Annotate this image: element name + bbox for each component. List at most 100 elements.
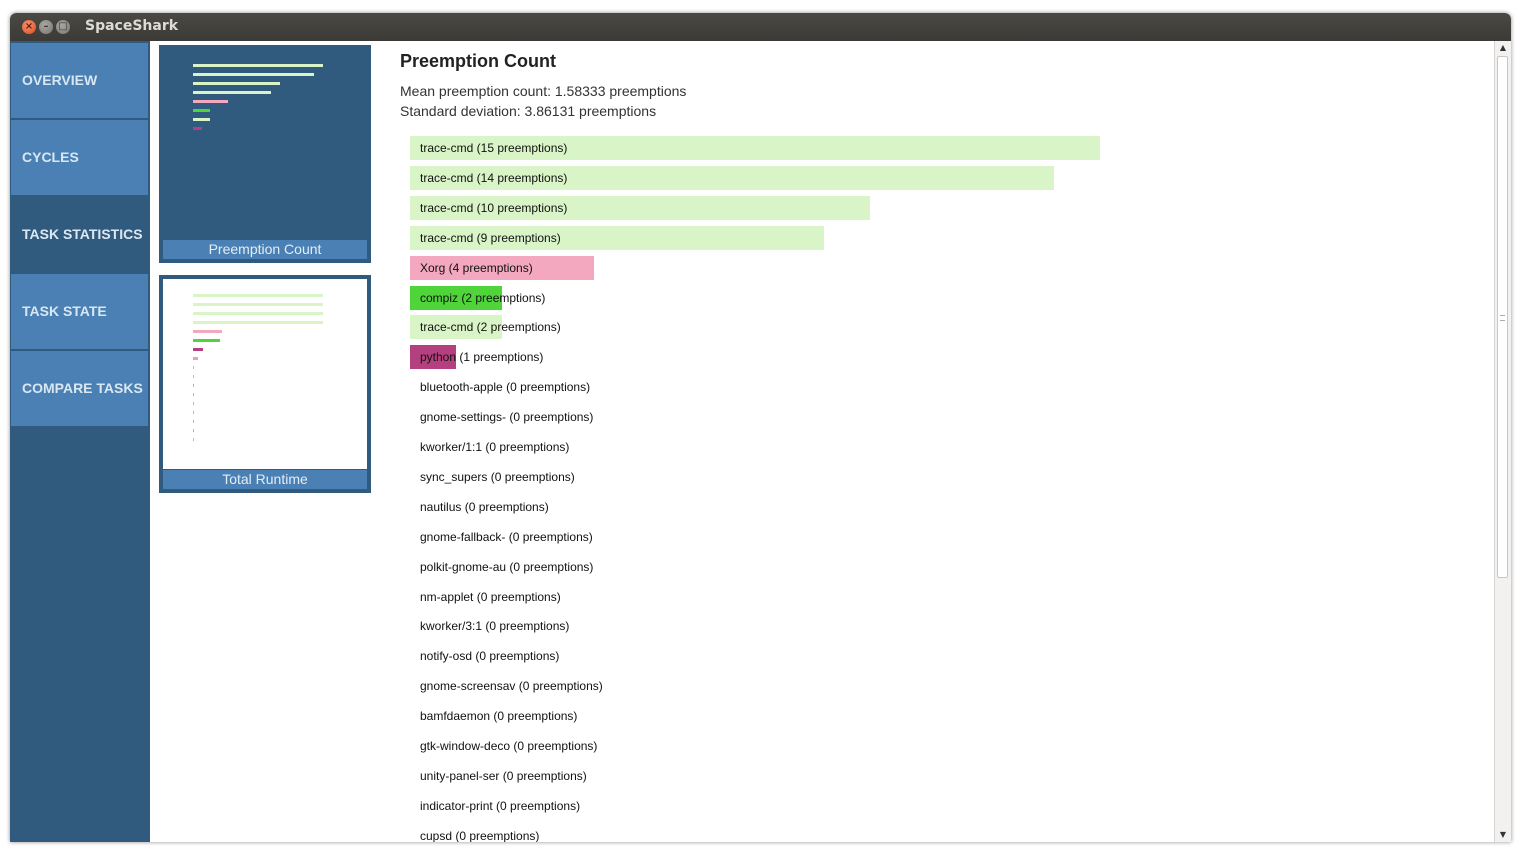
bar-label: gnome-settings- (0 preemptions) [420,410,594,424]
thumbnail-bar [193,384,194,387]
sidebar-item-cycles[interactable]: CYCLES [11,120,148,195]
bar-label: kworker/1:1 (0 preemptions) [420,440,570,454]
bar-label: kworker/3:1 (0 preemptions) [420,619,570,633]
sidebar-item-label: CYCLES [22,149,79,165]
thumbnail-bar [193,393,194,396]
thumbnail-bar [193,312,323,315]
thumbnail-bar [193,127,202,130]
thumbnail-bar [193,411,194,414]
bar-row[interactable]: compiz (2 preemptions) [410,286,1470,310]
sidebar-item-compare-tasks[interactable]: COMPARE TASKS [11,351,148,426]
bar-row[interactable]: unity-panel-ser (0 preemptions) [410,764,1470,788]
bar-label: nautilus (0 preemptions) [420,500,549,514]
stddev-stat: Standard deviation: 3.86131 preemptions [400,103,657,119]
bar-label: trace-cmd (2 preemptions) [420,320,561,334]
thumbnail-bar [193,303,323,306]
minimize-window-button[interactable]: – [39,20,53,34]
bar-row[interactable]: nm-applet (0 preemptions) [410,585,1470,609]
bar-row[interactable]: gtk-window-deco (0 preemptions) [410,734,1470,758]
bar-label: trace-cmd (14 preemptions) [420,171,568,185]
sidebar: OVERVIEW CYCLES TASK STATISTICS TASK STA… [10,41,150,842]
grip-icon [1500,315,1505,321]
app-window: × – □ SpaceShark OVERVIEW CYCLES TASK ST… [10,13,1511,842]
thumbnail-bar [193,348,203,351]
bar-label: gtk-window-deco (0 preemptions) [420,739,598,753]
mean-stat: Mean preemption count: 1.58333 preemptio… [400,83,687,99]
bar-row[interactable]: bamfdaemon (0 preemptions) [410,704,1470,728]
thumbnail-label: Preemption Count [163,240,367,259]
bar-row[interactable]: kworker/1:1 (0 preemptions) [410,435,1470,459]
close-icon: × [24,21,34,32]
thumbnail-preview [163,279,367,469]
bar-row[interactable]: nautilus (0 preemptions) [410,495,1470,519]
bar-label: cupsd (0 preemptions) [420,829,540,842]
thumbnail-bar [193,330,222,333]
chart-area: Preemption Count Mean preemption count: … [385,41,1494,842]
thumbnail-preemption-count[interactable]: Preemption Count [159,45,371,263]
vertical-scrollbar[interactable]: ▲ ▼ [1494,41,1511,842]
thumbnail-preview [163,49,367,239]
bar-row[interactable]: cupsd (0 preemptions) [410,824,1470,842]
bar-row[interactable]: bluetooth-apple (0 preemptions) [410,375,1470,399]
thumbnail-bar [193,64,323,67]
bar-row[interactable]: Xorg (4 preemptions) [410,256,1470,280]
bar-label: indicator-print (0 preemptions) [420,799,581,813]
thumbnail-bar [193,118,210,121]
sidebar-item-task-statistics[interactable]: TASK STATISTICS [11,197,148,272]
thumbnail-bar [193,109,210,112]
thumbnail-bar [193,294,323,297]
chart-title: Preemption Count [400,51,556,71]
thumbnail-bar [193,100,228,103]
maximize-window-button[interactable]: □ [56,20,70,34]
bar-label: bamfdaemon (0 preemptions) [420,709,578,723]
minimize-icon: – [43,21,49,32]
scrollbar-thumb[interactable] [1497,56,1508,578]
bar-row[interactable]: gnome-screensav (0 preemptions) [410,674,1470,698]
sidebar-item-label: TASK STATISTICS [22,226,143,242]
sidebar-item-overview[interactable]: OVERVIEW [11,43,148,118]
bar-row[interactable]: trace-cmd (10 preemptions) [410,196,1470,220]
bar-label: Xorg (4 preemptions) [420,261,533,275]
close-window-button[interactable]: × [22,20,36,34]
bar-label: unity-panel-ser (0 preemptions) [420,769,587,783]
bar-row[interactable]: trace-cmd (14 preemptions) [410,166,1470,190]
bar-row[interactable]: kworker/3:1 (0 preemptions) [410,614,1470,638]
thumbnail-bar [193,357,198,360]
bar-row[interactable]: indicator-print (0 preemptions) [410,794,1470,818]
sidebar-item-task-state[interactable]: TASK STATE [11,274,148,349]
sidebar-item-label: OVERVIEW [22,72,98,88]
bar-row[interactable]: gnome-fallback- (0 preemptions) [410,525,1470,549]
bar-label: trace-cmd (10 preemptions) [420,201,568,215]
thumbnail-bar [193,375,194,378]
bar-label: gnome-screensav (0 preemptions) [420,679,603,693]
bar-row[interactable]: python (1 preemptions) [410,345,1470,369]
scroll-up-arrow-icon[interactable]: ▲ [1498,43,1508,53]
bar-label: trace-cmd (9 preemptions) [420,231,561,245]
thumbnail-bar [193,82,280,85]
bar-row[interactable]: notify-osd (0 preemptions) [410,644,1470,668]
bar-row[interactable]: gnome-settings- (0 preemptions) [410,405,1470,429]
bar-label: compiz (2 preemptions) [420,291,546,305]
bar-row[interactable]: trace-cmd (2 preemptions) [410,315,1470,339]
bar-row[interactable]: trace-cmd (9 preemptions) [410,226,1470,250]
thumbnail-label: Total Runtime [163,470,367,489]
thumbnail-bar [193,339,220,342]
thumbnail-bar [193,91,271,94]
thumbnail-bar [193,321,323,324]
bar-label: python (1 preemptions) [420,350,544,364]
chart-thumbnail-panel: Preemption Count Total Runtime [150,41,385,842]
bar-label: trace-cmd (15 preemptions) [420,141,568,155]
thumbnail-total-runtime[interactable]: Total Runtime [159,275,371,493]
bar-row[interactable]: polkit-gnome-au (0 preemptions) [410,555,1470,579]
bar-label: polkit-gnome-au (0 preemptions) [420,560,594,574]
title-bar: × – □ SpaceShark [10,13,1511,41]
thumbnail-bar [193,420,194,423]
thumbnail-bar [193,73,314,76]
sidebar-item-label: TASK STATE [22,303,107,319]
bar-row[interactable]: sync_supers (0 preemptions) [410,465,1470,489]
bar-label: gnome-fallback- (0 preemptions) [420,530,593,544]
bar-label: notify-osd (0 preemptions) [420,649,560,663]
scroll-down-arrow-icon[interactable]: ▼ [1498,830,1508,840]
thumbnail-bar [193,402,194,405]
bar-row[interactable]: trace-cmd (15 preemptions) [410,136,1470,160]
